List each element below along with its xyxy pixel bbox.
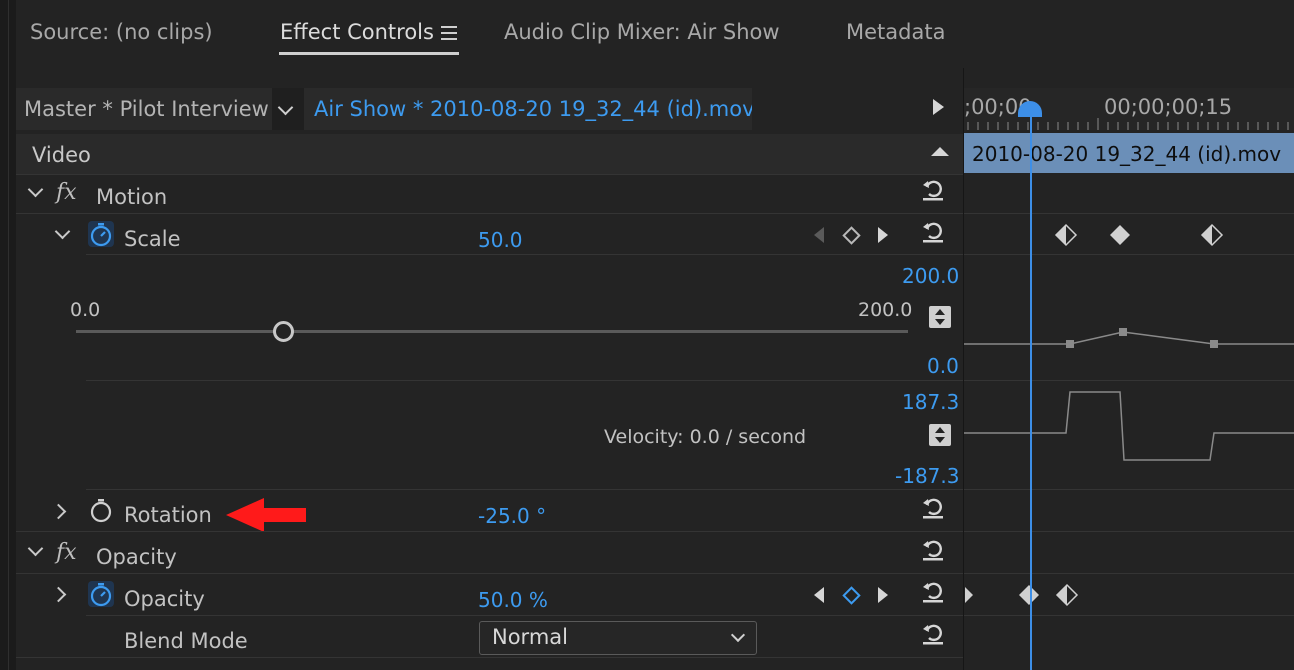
opacity-group-label: Opacity bbox=[96, 545, 177, 569]
rotation-label: Rotation bbox=[124, 503, 212, 527]
fx-icon[interactable]: fx bbox=[56, 180, 77, 205]
velocity-graph-min: -187.3 bbox=[895, 464, 960, 488]
row-divider bbox=[16, 213, 964, 214]
blend-mode-value[interactable]: Normal bbox=[492, 625, 568, 649]
keyframe-icon[interactable] bbox=[1054, 223, 1078, 247]
add-keyframe-icon[interactable] bbox=[842, 226, 861, 245]
keyframe-icon[interactable] bbox=[1200, 223, 1224, 247]
value-graph-min: 0.0 bbox=[927, 354, 959, 378]
blend-mode-label: Blend Mode bbox=[124, 629, 248, 653]
keyframe-icon[interactable] bbox=[1108, 223, 1132, 247]
row-divider bbox=[16, 174, 964, 175]
value-graph[interactable] bbox=[964, 320, 1294, 360]
row-divider bbox=[16, 573, 964, 574]
master-clip-label[interactable]: Master * Pilot Interview bbox=[24, 97, 269, 121]
panel-edge-divider bbox=[8, 0, 9, 670]
expand-graph-icon[interactable] bbox=[929, 424, 951, 446]
playhead-line[interactable] bbox=[1030, 110, 1032, 670]
keyframe-icon[interactable] bbox=[1055, 583, 1079, 607]
next-keyframe-icon[interactable] bbox=[878, 587, 888, 603]
timeline-clip-label: 2010-08-20 19_32_44 (id).mov bbox=[972, 142, 1282, 166]
row-divider bbox=[964, 380, 1294, 381]
active-tab-indicator bbox=[279, 52, 459, 55]
chevron-down-icon[interactable] bbox=[27, 540, 44, 557]
scale-value[interactable]: 50.0 bbox=[478, 228, 523, 252]
stopwatch-icon[interactable] bbox=[88, 221, 114, 247]
ruler-time-mid: 00;00;00;15 bbox=[1104, 95, 1233, 119]
prev-keyframe-icon[interactable] bbox=[814, 587, 824, 603]
panel-menu-icon[interactable] bbox=[441, 26, 457, 44]
tab-effect-controls[interactable]: Effect Controls bbox=[280, 20, 434, 44]
next-keyframe-icon[interactable] bbox=[878, 227, 888, 243]
row-divider bbox=[86, 489, 964, 490]
sequence-clip-label[interactable]: Air Show * 2010-08-20 19_32_44 (id).mov bbox=[314, 97, 755, 121]
tab-metadata[interactable]: Metadata bbox=[846, 20, 945, 44]
velocity-graph-max: 187.3 bbox=[902, 390, 960, 414]
velocity-graph[interactable] bbox=[964, 385, 1294, 470]
keyframe-icon[interactable] bbox=[1017, 583, 1041, 607]
opacity-label: Opacity bbox=[124, 587, 205, 611]
scale-slider-track[interactable] bbox=[76, 330, 908, 333]
prev-keyframe-icon[interactable] bbox=[814, 227, 824, 243]
scale-label: Scale bbox=[124, 227, 181, 251]
opacity-value[interactable]: 50.0 % bbox=[478, 588, 548, 612]
row-divider bbox=[86, 254, 964, 255]
chevron-right-icon[interactable] bbox=[50, 503, 67, 520]
row-divider bbox=[964, 573, 1294, 574]
stopwatch-icon[interactable] bbox=[88, 497, 114, 523]
row-divider bbox=[16, 657, 964, 658]
row-divider bbox=[964, 489, 1294, 490]
row-divider bbox=[964, 615, 1294, 616]
row-divider bbox=[86, 615, 964, 616]
video-section-label: Video bbox=[32, 143, 91, 167]
expand-graph-icon[interactable] bbox=[929, 306, 951, 328]
reset-icon[interactable] bbox=[920, 176, 946, 202]
value-graph-max: 200.0 bbox=[902, 264, 960, 288]
row-divider bbox=[16, 531, 964, 532]
tab-source[interactable]: Source: (no clips) bbox=[30, 20, 213, 44]
row-divider bbox=[964, 254, 1294, 255]
stopwatch-icon[interactable] bbox=[88, 581, 114, 607]
tab-audio-clip-mixer[interactable]: Audio Clip Mixer: Air Show bbox=[504, 20, 780, 44]
add-keyframe-icon[interactable] bbox=[842, 586, 861, 605]
slider-max-label: 200.0 bbox=[858, 299, 913, 321]
reset-icon[interactable] bbox=[920, 578, 946, 604]
rotation-value[interactable]: -25.0 ° bbox=[478, 504, 546, 528]
reset-icon[interactable] bbox=[920, 494, 946, 520]
row-divider bbox=[964, 531, 1294, 532]
reset-icon[interactable] bbox=[920, 218, 946, 244]
fx-icon[interactable]: fx bbox=[56, 540, 77, 565]
keyframe-edge-icon bbox=[965, 587, 973, 603]
scale-slider-handle[interactable] bbox=[273, 321, 294, 342]
video-section-header bbox=[16, 134, 964, 174]
slider-min-label: 0.0 bbox=[70, 299, 101, 321]
row-divider bbox=[964, 213, 1294, 214]
collapse-up-icon[interactable] bbox=[931, 147, 949, 156]
motion-label: Motion bbox=[96, 185, 168, 209]
chevron-down-icon[interactable] bbox=[54, 223, 71, 240]
red-arrow-annotation bbox=[226, 498, 306, 532]
reset-icon[interactable] bbox=[920, 536, 946, 562]
reset-icon[interactable] bbox=[920, 620, 946, 646]
row-divider bbox=[86, 380, 964, 381]
ruler-ticks bbox=[967, 118, 1289, 130]
velocity-readout: Velocity: 0.0 / second bbox=[604, 426, 807, 448]
show-timeline-icon[interactable] bbox=[933, 99, 944, 115]
chevron-right-icon[interactable] bbox=[50, 586, 67, 603]
chevron-down-icon[interactable] bbox=[27, 181, 44, 198]
